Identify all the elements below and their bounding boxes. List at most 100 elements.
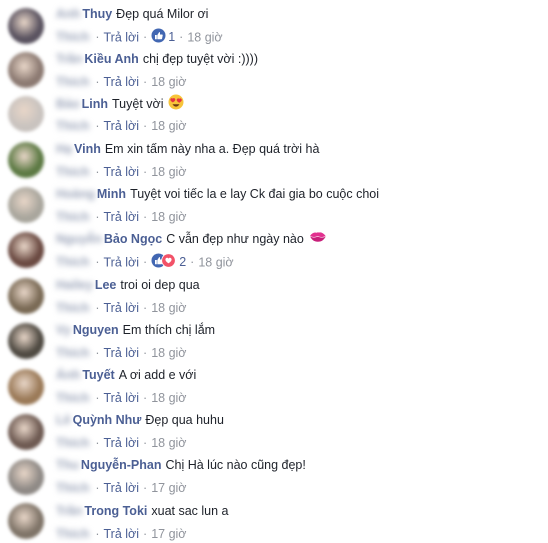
comment-actions: Thích · Trả lời · 18 giờ bbox=[56, 434, 187, 452]
commenter-name[interactable]: Lee bbox=[95, 278, 117, 292]
comment-line: Trần Kiều Anh chị đẹp tuyệt vời :)))) bbox=[56, 50, 258, 68]
comment-line: Vy Nguyen Em thích chị lắm bbox=[56, 321, 215, 339]
commenter-name[interactable]: Quỳnh Như bbox=[73, 413, 142, 427]
like-link[interactable]: Thích bbox=[56, 163, 89, 181]
comment-thread: Anh Thuy Đẹp quá Milor ơi Thích · Trả lời · 1 · 1… bbox=[0, 0, 548, 541]
reply-link[interactable]: Trả lời bbox=[104, 75, 140, 89]
comment-text: troi oi dep qua bbox=[120, 278, 200, 292]
like-link[interactable]: Thích bbox=[56, 299, 89, 317]
like-link[interactable]: Thích bbox=[56, 253, 89, 271]
blurred-name-prefix: Nguyễn bbox=[56, 232, 102, 246]
commenter-name[interactable]: Trong Toki bbox=[84, 504, 147, 518]
blurred-name-prefix: Hoàng bbox=[56, 187, 95, 201]
avatar[interactable] bbox=[8, 414, 44, 450]
reply-link[interactable]: Trả lời bbox=[104, 165, 140, 179]
avatar[interactable] bbox=[8, 52, 44, 88]
reply-link[interactable]: Trả lời bbox=[104, 255, 140, 269]
avatar[interactable] bbox=[8, 503, 44, 539]
comment-timestamp[interactable]: 18 giờ bbox=[151, 391, 186, 405]
separator-dot: · bbox=[95, 481, 100, 495]
reply-link[interactable]: Trả lời bbox=[104, 346, 140, 360]
reaction-summary[interactable] bbox=[151, 253, 177, 273]
blurred-name-prefix: Trần bbox=[56, 504, 83, 518]
kiss-mark-emoji-icon bbox=[309, 230, 327, 249]
comment-actions: Thích · Trả lời · 18 giờ bbox=[56, 208, 187, 226]
comment-timestamp[interactable]: 17 giờ bbox=[151, 481, 186, 495]
separator-dot: · bbox=[143, 75, 148, 89]
commenter-name[interactable]: Kiều Anh bbox=[84, 52, 138, 66]
comment-timestamp[interactable]: 18 giờ bbox=[151, 75, 186, 89]
commenter-name[interactable]: Tuyết bbox=[82, 368, 114, 382]
like-love-reaction-icons bbox=[151, 253, 176, 268]
separator-dot: · bbox=[143, 119, 148, 133]
separator-dot: · bbox=[95, 346, 100, 360]
heart-eyes-emoji-icon bbox=[168, 94, 184, 115]
avatar[interactable] bbox=[8, 142, 44, 178]
separator-dot: · bbox=[95, 210, 100, 224]
avatar[interactable] bbox=[8, 459, 44, 495]
commenter-name[interactable]: Nguyễn-Phan bbox=[81, 458, 162, 472]
comment-line: Lê Quỳnh Như Đẹp qua huhu bbox=[56, 411, 224, 429]
blurred-name-prefix: Hạ bbox=[56, 142, 72, 156]
reply-link[interactable]: Trả lời bbox=[104, 119, 140, 133]
comment-timestamp[interactable]: 17 giờ bbox=[151, 527, 186, 541]
comment-actions: Thích · Trả lời · 18 giờ bbox=[56, 117, 187, 135]
commenter-name[interactable]: Nguyen bbox=[73, 323, 119, 337]
reply-link[interactable]: Trả lời bbox=[104, 301, 140, 315]
commenter-name[interactable]: Minh bbox=[97, 187, 126, 201]
separator-dot: · bbox=[190, 255, 195, 270]
comment-actions: Thích · Trả lời · 2 · 18 giờ bbox=[56, 253, 234, 273]
blurred-name-prefix: Thu bbox=[56, 458, 79, 472]
like-link[interactable]: Thích bbox=[56, 389, 89, 407]
reaction-count[interactable]: 2 bbox=[179, 255, 186, 269]
comment-text: Em xin tấm này nha a. Đẹp quá trời hà bbox=[104, 142, 320, 156]
reply-link[interactable]: Trả lời bbox=[104, 436, 140, 450]
comment-timestamp[interactable]: 18 giờ bbox=[151, 210, 186, 224]
comment-actions: Thích · Trả lời · 18 giờ bbox=[56, 389, 187, 407]
comment-timestamp[interactable]: 18 giờ bbox=[198, 255, 233, 269]
separator-dot: · bbox=[143, 391, 148, 405]
like-link[interactable]: Thích bbox=[56, 344, 89, 362]
comment-timestamp[interactable]: 18 giờ bbox=[151, 346, 186, 360]
avatar[interactable] bbox=[8, 323, 44, 359]
comment-text: A ơi add e với bbox=[118, 368, 197, 382]
separator-dot: · bbox=[143, 527, 148, 541]
like-link[interactable]: Thích bbox=[56, 117, 89, 135]
like-link[interactable]: Thích bbox=[56, 208, 89, 226]
separator-dot: · bbox=[143, 255, 148, 270]
commenter-name[interactable]: Bảo Ngọc bbox=[104, 232, 162, 246]
reply-link[interactable]: Trả lời bbox=[104, 210, 140, 224]
blurred-name-prefix: Trần bbox=[56, 52, 83, 66]
avatar[interactable] bbox=[8, 187, 44, 223]
blurred-name-prefix: Lê bbox=[56, 413, 71, 427]
comment-line: Thu Nguyễn-Phan Chị Hà lúc nào cũng đẹp! bbox=[56, 456, 306, 474]
blurred-name-prefix: Bảo bbox=[56, 96, 80, 111]
reply-link[interactable]: Trả lời bbox=[104, 481, 140, 495]
avatar[interactable] bbox=[8, 96, 44, 132]
comment-actions: Thích · Trả lời · 17 giờ bbox=[56, 525, 187, 543]
comment-actions: Thích · Trả lời · 18 giờ bbox=[56, 344, 187, 362]
reply-link[interactable]: Trả lời bbox=[104, 527, 140, 541]
comment-text: Em thích chị lắm bbox=[122, 323, 216, 337]
comment-timestamp[interactable]: 18 giờ bbox=[151, 165, 186, 179]
separator-dot: · bbox=[95, 391, 100, 405]
blurred-name-prefix: Ánh bbox=[56, 368, 81, 382]
commenter-name[interactable]: Vinh bbox=[74, 142, 101, 156]
separator-dot: · bbox=[95, 436, 100, 450]
like-link[interactable]: Thích bbox=[56, 479, 89, 497]
commenter-name[interactable]: Linh bbox=[82, 97, 108, 111]
like-link[interactable]: Thích bbox=[56, 73, 89, 91]
comment-timestamp[interactable]: 18 giờ bbox=[151, 301, 186, 315]
avatar[interactable] bbox=[8, 369, 44, 405]
like-link[interactable]: Thích bbox=[56, 434, 89, 452]
comment-timestamp[interactable]: 18 giờ bbox=[151, 436, 186, 450]
comment-timestamp[interactable]: 18 giờ bbox=[151, 119, 186, 133]
like-link[interactable]: Thích bbox=[56, 525, 89, 543]
separator-dot: · bbox=[95, 75, 100, 89]
avatar[interactable] bbox=[8, 232, 44, 268]
comment-text: chị đẹp tuyệt vời :)))) bbox=[142, 52, 258, 66]
reply-link[interactable]: Trả lời bbox=[104, 391, 140, 405]
separator-dot: · bbox=[143, 301, 148, 315]
separator-dot: · bbox=[95, 119, 100, 133]
avatar[interactable] bbox=[8, 278, 44, 314]
